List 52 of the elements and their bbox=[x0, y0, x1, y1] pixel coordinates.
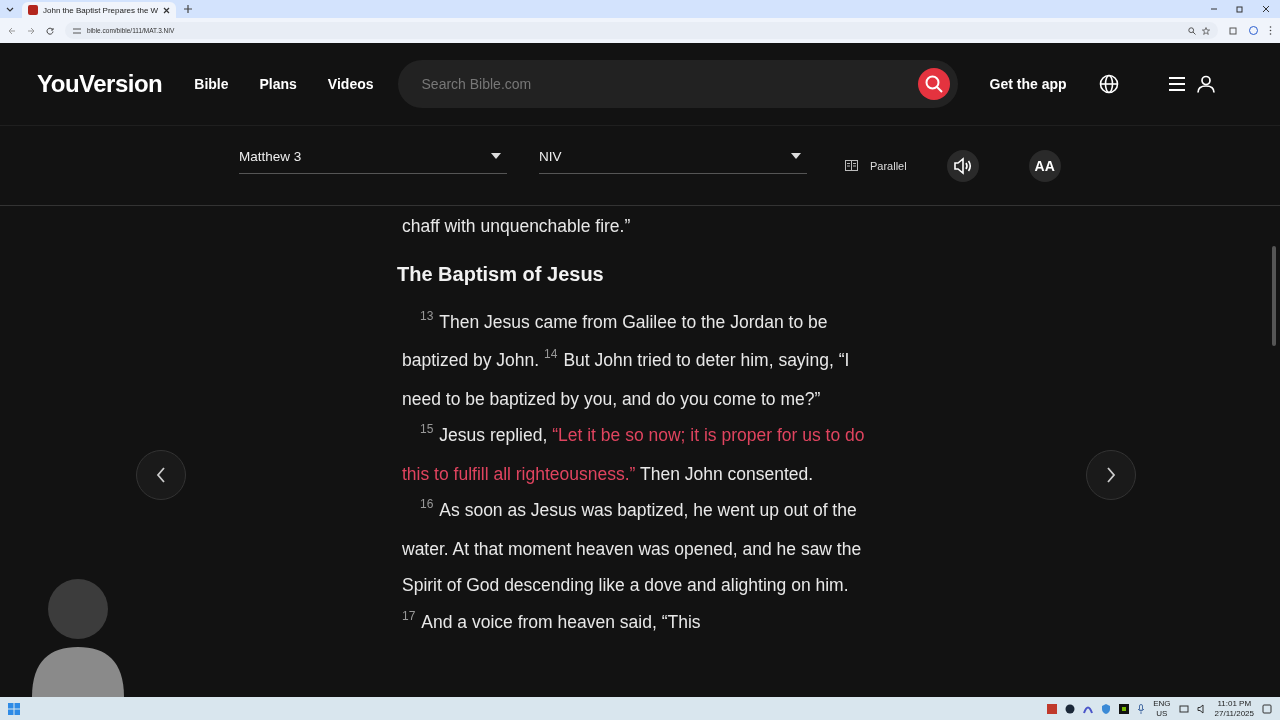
zoom-icon[interactable] bbox=[1188, 26, 1196, 35]
tray-app-icon[interactable] bbox=[1119, 703, 1130, 714]
chevron-right-icon bbox=[1106, 467, 1116, 483]
scripture-paragraph: $^{16}$ As soon as Jesus was baptized, he went up out of the water. At that moment heaven was opened, and he saw the Spirit of God descending like a dove and alighting on him. $^{17}$ And a voice from heaven said, “This bbox=[401, 496, 863, 634]
tray-app-icon[interactable] bbox=[1065, 703, 1076, 714]
search-icon bbox=[923, 74, 944, 94]
get-app-link[interactable]: Get the app bbox=[989, 76, 1067, 92]
chevron-down-icon[interactable] bbox=[6, 6, 14, 12]
dropdown-caret-icon bbox=[491, 153, 501, 159]
language-indicator[interactable]: ENG US bbox=[1153, 698, 1171, 719]
version-dropdown[interactable]: NIV bbox=[539, 139, 807, 174]
forward-arrow-icon[interactable] bbox=[27, 26, 35, 35]
scripture-paragraph: $^{13}$ Then Jesus came from Galilee to the Jordan to be baptized by John. $^{14}$ But John tried to deter him, saying, “I need to be baptized by you, and do you come to me?” bbox=[401, 307, 851, 411]
back-arrow-icon[interactable] bbox=[8, 26, 16, 35]
nav-link[interactable]: Bible bbox=[194, 76, 229, 92]
parallel-columns-icon bbox=[845, 160, 858, 171]
taskbar-clock[interactable]: 11:01 PM 27/11/2025 bbox=[1214, 698, 1254, 719]
chevron-left-icon bbox=[156, 467, 166, 483]
globe-icon[interactable] bbox=[1098, 74, 1119, 94]
site-logo[interactable]: YouVersion bbox=[37, 70, 163, 98]
shield-icon[interactable] bbox=[1101, 703, 1112, 714]
dropdown-caret-icon bbox=[791, 153, 801, 159]
close-icon[interactable] bbox=[1262, 5, 1270, 13]
audio-button[interactable] bbox=[946, 149, 979, 182]
microphone-icon[interactable] bbox=[1137, 703, 1146, 714]
speaker-icon[interactable] bbox=[1196, 703, 1207, 714]
browser-tab[interactable]: John the Baptist Prepares the W bbox=[22, 2, 177, 18]
reload-icon[interactable] bbox=[46, 26, 54, 35]
close-icon[interactable] bbox=[163, 6, 171, 14]
notification-icon[interactable] bbox=[1262, 703, 1272, 714]
site-settings-icon bbox=[73, 26, 81, 35]
profile-icon[interactable] bbox=[1249, 26, 1258, 35]
more-menu-icon[interactable] bbox=[1269, 26, 1272, 35]
scripture-paragraph: chaff with unquenchable fire.” bbox=[401, 215, 632, 238]
start-icon[interactable] bbox=[8, 702, 20, 715]
scripture-paragraph: $^{15}$ Jesus replied, “Let it be so now; it is proper for us to do this to fulfill all righteousness.” Then John consented. bbox=[401, 421, 866, 486]
menu-icon[interactable] bbox=[1168, 77, 1185, 91]
restore-icon[interactable] bbox=[1236, 5, 1244, 13]
new-tab-icon[interactable] bbox=[184, 5, 193, 13]
network-icon[interactable] bbox=[1178, 703, 1189, 714]
nav-link[interactable]: Videos bbox=[327, 76, 374, 92]
font-settings-button[interactable]: AA bbox=[1028, 149, 1061, 182]
speaker-icon bbox=[952, 156, 973, 175]
parallel-button[interactable]: Parallel bbox=[839, 158, 913, 173]
star-icon[interactable] bbox=[1202, 26, 1210, 35]
minimize-icon[interactable] bbox=[1210, 5, 1218, 13]
nav-link[interactable]: Plans bbox=[259, 76, 297, 92]
extensions-icon[interactable] bbox=[1229, 26, 1238, 35]
section-heading: The Baptism of Jesus bbox=[397, 262, 605, 286]
book-chapter-dropdown[interactable]: Matthew 3 bbox=[239, 139, 507, 174]
search-field[interactable]: Search Bible.com bbox=[397, 60, 958, 108]
user-icon[interactable] bbox=[1196, 75, 1215, 93]
